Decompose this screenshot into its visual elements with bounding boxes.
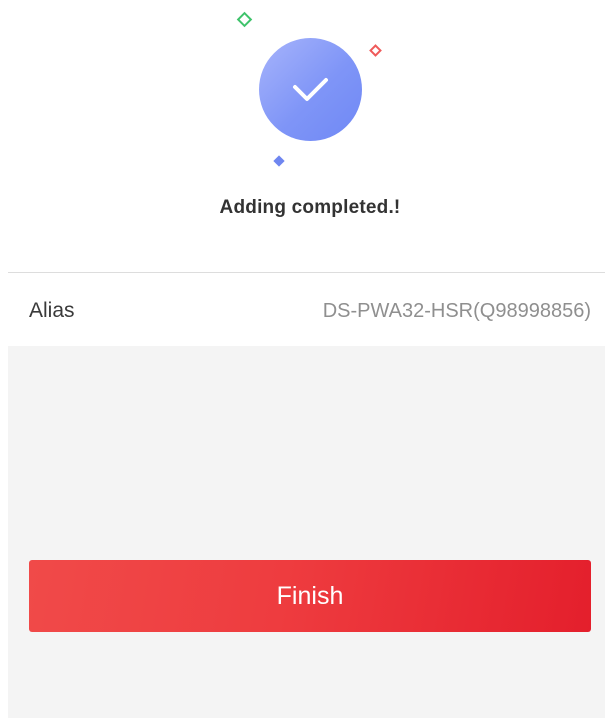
checkmark-icon [293, 78, 328, 101]
alias-label: Alias [29, 299, 75, 322]
red-diamond-icon [369, 44, 382, 57]
green-diamond-icon [236, 11, 253, 28]
alias-row: Alias DS-PWA32-HSR(Q98998856) [8, 273, 605, 346]
status-message: Adding completed.! [219, 197, 401, 218]
adding-completed-screen: Adding completed.! Alias DS-PWA32-HSR(Q9… [0, 0, 605, 718]
finish-button[interactable]: Finish [29, 560, 591, 632]
success-area: Adding completed.! [0, 0, 605, 272]
alias-value: DS-PWA32-HSR(Q98998856) [322, 300, 591, 322]
action-area: Finish [8, 346, 605, 718]
success-badge [259, 38, 362, 141]
blue-diamond-icon [273, 155, 285, 167]
